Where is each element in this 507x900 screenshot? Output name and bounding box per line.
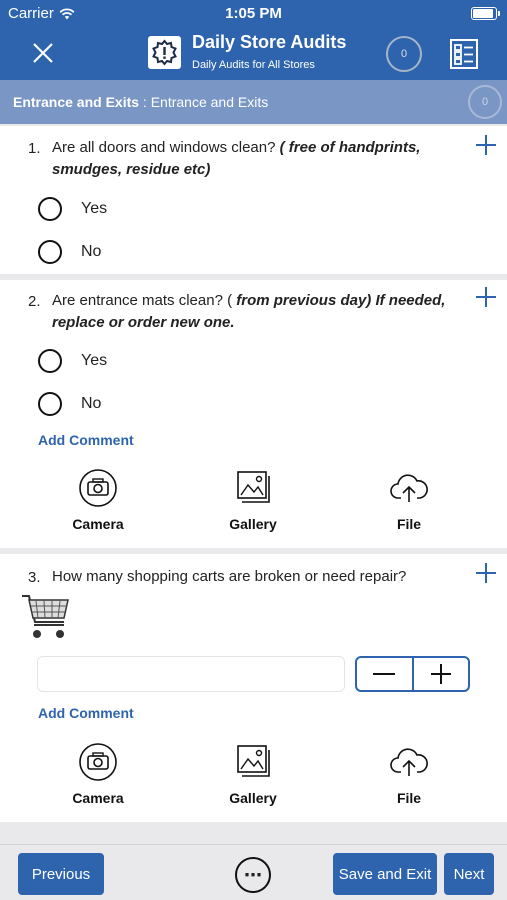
- radio-circle[interactable]: [38, 349, 62, 373]
- radio-label: Yes: [81, 352, 108, 369]
- page-subtitle: Daily Audits for All Stores: [192, 59, 315, 71]
- add-comment-link[interactable]: Add Comment: [38, 432, 134, 448]
- radio-circle[interactable]: [38, 197, 62, 221]
- section-count-badge[interactable]: 0: [468, 85, 502, 119]
- question-card-2: 2. Are entrance mats clean? ( from previ…: [0, 280, 507, 548]
- add-comment-link[interactable]: Add Comment: [38, 705, 134, 721]
- section-label: Entrance and Exits : Entrance and Exits: [13, 94, 268, 110]
- question-text: Are all doors and windows clean? ( free …: [52, 137, 462, 181]
- add-icon[interactable]: [475, 286, 497, 308]
- question-text: How many shopping carts are broken or ne…: [52, 568, 407, 585]
- question-card-3: 3. How many shopping carts are broken or…: [0, 554, 507, 822]
- battery-icon: [471, 7, 500, 20]
- file-button[interactable]: File: [359, 468, 459, 532]
- radio-label: No: [81, 395, 102, 412]
- bottom-toolbar: Previous ⋯ Save and Exit Next: [0, 844, 507, 900]
- file-button[interactable]: File: [359, 742, 459, 806]
- radio-circle[interactable]: [38, 392, 62, 416]
- gallery-button[interactable]: Gallery: [203, 742, 303, 806]
- increment-button[interactable]: [411, 658, 469, 690]
- gallery-icon: [237, 471, 270, 503]
- section-bar: Entrance and Exits : Entrance and Exits …: [0, 80, 507, 124]
- camera-label: Camera: [72, 516, 124, 532]
- question-number: 2.: [28, 293, 41, 310]
- section-name: Entrance and Exits: [13, 94, 140, 110]
- minus-icon: [373, 673, 396, 675]
- question-card-1: 1. Are all doors and windows clean? ( fr…: [0, 126, 507, 274]
- quantity-input[interactable]: [37, 656, 345, 692]
- radio-label: Yes: [81, 200, 108, 217]
- question-number: 1.: [28, 140, 41, 157]
- header-count-badge[interactable]: 0: [386, 36, 422, 72]
- section-separator: :: [139, 94, 151, 110]
- plus-icon: [430, 664, 451, 684]
- camera-button[interactable]: Camera: [48, 468, 148, 532]
- list-view-icon[interactable]: [448, 38, 480, 70]
- cloud-upload-icon: [390, 748, 428, 776]
- radio-option-no[interactable]: No: [38, 392, 101, 416]
- gallery-label: Gallery: [229, 790, 277, 806]
- gear-alert-icon: [152, 39, 177, 66]
- radio-label: No: [81, 243, 102, 260]
- radio-circle[interactable]: [38, 240, 62, 264]
- quantity-stepper: [355, 656, 470, 692]
- question-text: Are entrance mats clean? ( from previous…: [52, 290, 462, 334]
- previous-button[interactable]: Previous: [18, 853, 104, 895]
- header: Daily Store Audits Daily Audits for All …: [0, 28, 507, 80]
- camera-icon: [79, 469, 117, 507]
- gallery-button[interactable]: Gallery: [203, 468, 303, 532]
- section-detail: Entrance and Exits: [150, 94, 269, 110]
- save-and-exit-button[interactable]: Save and Exit: [333, 853, 437, 895]
- question-text-main: Are entrance mats clean? (: [52, 292, 237, 309]
- page-title: Daily Store Audits: [192, 32, 347, 52]
- gallery-label: Gallery: [229, 516, 277, 532]
- camera-button[interactable]: Camera: [48, 742, 148, 806]
- camera-label: Camera: [72, 790, 124, 806]
- radio-option-yes[interactable]: Yes: [38, 349, 107, 373]
- add-icon[interactable]: [475, 562, 497, 584]
- camera-icon: [79, 743, 117, 781]
- more-options-icon[interactable]: ⋯: [235, 857, 271, 893]
- cloud-upload-icon: [390, 474, 428, 502]
- close-icon[interactable]: [28, 38, 58, 68]
- file-label: File: [396, 790, 422, 806]
- question-number: 3.: [28, 569, 41, 586]
- status-time: 1:05 PM: [225, 5, 282, 22]
- file-label: File: [396, 516, 422, 532]
- status-bar: Carrier 1:05 PM: [0, 0, 507, 28]
- add-icon[interactable]: [475, 134, 497, 156]
- decrement-button[interactable]: [357, 658, 412, 690]
- question-text-main: Are all doors and windows clean?: [52, 139, 280, 156]
- gallery-icon: [237, 745, 270, 777]
- radio-option-yes[interactable]: Yes: [38, 197, 107, 221]
- next-button[interactable]: Next: [444, 853, 494, 895]
- audit-app-icon: [148, 36, 181, 69]
- shopping-cart-image: [22, 595, 69, 638]
- radio-option-no[interactable]: No: [38, 240, 101, 264]
